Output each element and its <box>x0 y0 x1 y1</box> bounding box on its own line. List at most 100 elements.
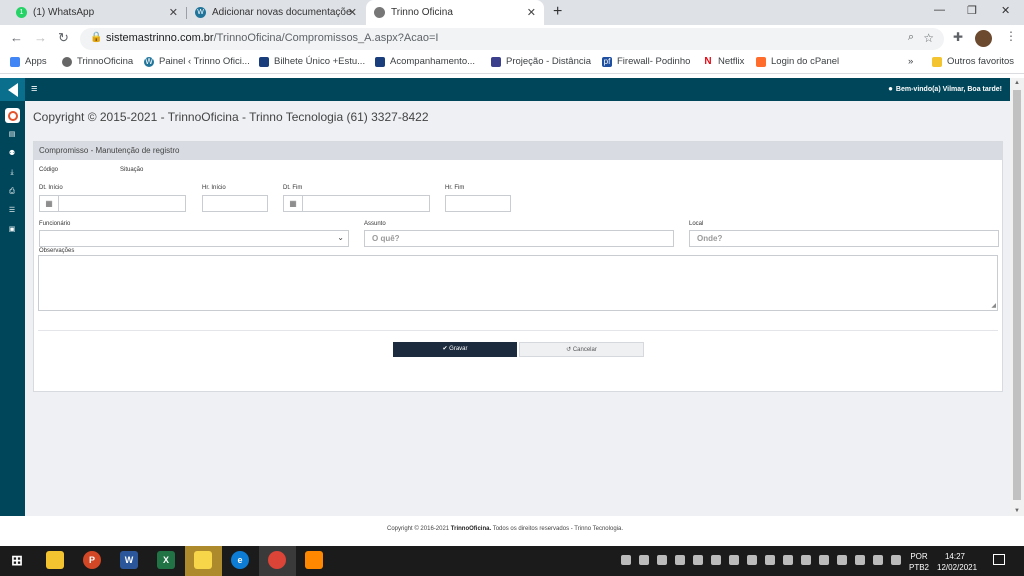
local-input[interactable]: Onde? <box>689 230 999 247</box>
windows-start-icon[interactable]: ⊞ <box>8 551 26 569</box>
user-icon: ● <box>888 84 893 93</box>
file-explorer-icon[interactable] <box>46 551 64 569</box>
close-window-icon[interactable]: ✕ <box>1001 4 1010 17</box>
browser-toolbar: ← → ↻ 🔒 sistemastrinno.com.br/TrinnoOfic… <box>0 25 1024 52</box>
assunto-input[interactable]: O quê? <box>364 230 674 247</box>
tab-wordpress[interactable]: W Adicionar novas documentaçõe ✕ <box>187 0 365 25</box>
assunto-placeholder: O quê? <box>372 234 400 243</box>
bookmarks-overflow[interactable]: » <box>908 56 913 67</box>
acompanhamento-icon <box>375 56 385 67</box>
chrome-icon[interactable] <box>268 551 286 569</box>
excel-icon[interactable]: X <box>157 551 175 569</box>
cancel-button[interactable]: ↺ Cancelar <box>519 342 644 357</box>
tab-title: Trinno Oficina <box>391 7 453 18</box>
tab-whatsapp[interactable]: 1 (1) WhatsApp ✕ <box>0 0 186 25</box>
back-icon[interactable]: ← <box>10 30 23 45</box>
tray-app-icon[interactable] <box>621 555 631 565</box>
funcionario-select[interactable]: ⌄ <box>39 230 349 247</box>
tray-app-icon[interactable] <box>837 555 847 565</box>
tray-app-icon[interactable] <box>711 555 721 565</box>
hr-fim-input[interactable] <box>445 195 511 212</box>
sticky-notes-icon[interactable] <box>194 551 212 569</box>
scroll-up-icon[interactable]: ▲ <box>1014 80 1020 86</box>
network-icon[interactable] <box>873 555 883 565</box>
notifications-icon[interactable] <box>993 554 1005 565</box>
menu-dots-icon[interactable]: ⋮ <box>1005 29 1017 43</box>
shield-icon[interactable] <box>855 555 865 565</box>
tray-app-icon[interactable] <box>675 555 685 565</box>
bookmark-apps[interactable]: Apps <box>10 56 47 67</box>
page-scrollbar[interactable]: ▲ ▼ <box>1010 78 1024 516</box>
bookmark-other-favorites[interactable]: Outros favoritos <box>932 56 1014 67</box>
wordpress-icon: W <box>195 7 206 18</box>
vlc-icon[interactable] <box>305 551 323 569</box>
calendar-icon[interactable]: ▦ <box>284 196 303 211</box>
footer-prefix: Copyright © 2016-2021 <box>387 526 451 532</box>
word-icon[interactable]: W <box>120 551 138 569</box>
dt-inicio-input[interactable]: ▦ <box>39 195 186 212</box>
avatar[interactable] <box>975 30 992 47</box>
bookmark-cpanel[interactable]: Login do cPanel <box>756 56 839 67</box>
bookmark-projecao[interactable]: Projeção - Distância <box>491 56 591 67</box>
dt-fim-input[interactable]: ▦ <box>283 195 430 212</box>
cloud-icon[interactable] <box>747 555 757 565</box>
sidebar-item-menu-icon[interactable]: ☰ <box>8 207 16 215</box>
tray-app-icon[interactable] <box>783 555 793 565</box>
bookmark-bilhete-unico[interactable]: Bilhete Único +Estu... <box>259 56 365 67</box>
clock-time: 14:27 <box>944 552 966 561</box>
app-logo[interactable] <box>0 78 25 101</box>
tray-app-icon[interactable] <box>639 555 649 565</box>
bookmark-acompanhamento[interactable]: Acompanhamento... <box>375 56 475 67</box>
tray-app-icon[interactable] <box>801 555 811 565</box>
close-icon[interactable]: ✕ <box>348 6 357 19</box>
address-bar[interactable]: 🔒 sistemastrinno.com.br/TrinnoOficina/Co… <box>80 28 944 50</box>
tray-app-icon[interactable] <box>693 555 703 565</box>
star-icon[interactable]: ☆ <box>923 31 934 45</box>
calendar-icon[interactable]: ▦ <box>40 196 59 211</box>
browser-tab-strip: 1 (1) WhatsApp ✕ W Adicionar novas docum… <box>0 0 1024 25</box>
bookmark-netflix[interactable]: N Netflix <box>703 56 744 67</box>
sidebar-item-print-icon[interactable]: ⎙ <box>8 188 16 196</box>
sidebar-item-list-icon[interactable]: ▤ <box>8 131 16 139</box>
new-tab-button[interactable]: + <box>553 3 562 21</box>
language-indicator[interactable]: POR PTB2 <box>909 551 929 573</box>
observacoes-textarea[interactable]: ◢ <box>38 255 998 311</box>
tray-app-icon[interactable] <box>657 555 667 565</box>
save-button[interactable]: ✔ Gravar <box>393 342 517 357</box>
sidebar: ▤ ⚉ ⤓ ⎙ ☰ ▣ <box>0 78 25 516</box>
codigo-label: Código <box>39 167 59 173</box>
system-clock[interactable]: 14:27 12/02/2021 <box>937 551 977 573</box>
scroll-down-icon[interactable]: ▼ <box>1014 508 1020 514</box>
scrollbar-thumb[interactable] <box>1013 90 1021 500</box>
skype-icon[interactable] <box>819 555 829 565</box>
forward-icon[interactable]: → <box>34 30 47 45</box>
hr-inicio-input[interactable] <box>202 195 268 212</box>
edge-icon[interactable]: e <box>231 551 249 569</box>
reload-icon[interactable]: ↻ <box>58 30 69 46</box>
language-code: POR <box>910 552 928 561</box>
page-title: Copyright © 2015-2021 - TrinnoOficina - … <box>33 110 429 124</box>
sidebar-item-users-icon[interactable]: ⚉ <box>8 150 16 158</box>
tab-trinno-oficina[interactable]: Trinno Oficina ✕ <box>366 0 544 25</box>
dt-inicio-label: Dt. Início <box>39 185 63 191</box>
bookmark-trinnooficina[interactable]: TrinnoOficina <box>62 56 133 67</box>
bookmark-painel[interactable]: W Painel ‹ Trinno Ofici... <box>144 56 250 67</box>
minimize-icon[interactable]: — <box>934 4 945 16</box>
form-divider <box>38 330 998 331</box>
close-icon[interactable]: ✕ <box>169 6 178 19</box>
main-content: Copyright © 2015-2021 - TrinnoOficina - … <box>25 101 1010 516</box>
zoom-icon[interactable]: ⌕ <box>908 31 914 44</box>
restore-icon[interactable]: ❐ <box>967 4 977 17</box>
bookmark-firewall[interactable]: pf Firewall- Podinho <box>602 56 690 67</box>
extensions-icon[interactable]: ✚ <box>953 30 963 44</box>
sidebar-item-calendar-icon[interactable]: ▣ <box>8 226 16 234</box>
vlc-tray-icon[interactable] <box>765 555 775 565</box>
resize-grip-icon[interactable]: ◢ <box>991 302 996 309</box>
hamburger-menu-icon[interactable]: ≡ <box>31 83 37 95</box>
welcome-message[interactable]: ● Bem-vindo(a) Vilmar, Boa tarde! <box>888 84 1002 93</box>
powerpoint-icon[interactable]: P <box>83 551 101 569</box>
close-icon[interactable]: ✕ <box>527 6 536 19</box>
sidebar-item-download-icon[interactable]: ⤓ <box>8 169 16 177</box>
tray-app-icon[interactable] <box>729 555 739 565</box>
volume-icon[interactable] <box>891 555 901 565</box>
